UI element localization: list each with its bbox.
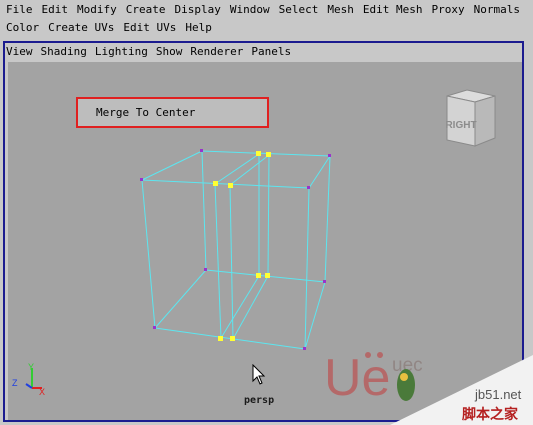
watermark-ue-logo: Ue [324, 349, 390, 407]
menu-edit-mesh[interactable]: Edit Mesh [363, 3, 423, 16]
menu-select[interactable]: Select [279, 3, 319, 16]
menu-mesh[interactable]: Mesh [327, 3, 354, 16]
menu-edit[interactable]: Edit [42, 3, 69, 16]
menu-normals[interactable]: Normals [474, 3, 520, 16]
menu-modify[interactable]: Modify [77, 3, 117, 16]
axis-label-x: X [39, 387, 45, 396]
menu-create[interactable]: Create [126, 3, 166, 16]
panel-menu-renderer[interactable]: Renderer [190, 45, 243, 58]
mouse-cursor-icon [252, 364, 266, 385]
panel-menu-panels[interactable]: Panels [251, 45, 291, 58]
panel-menu-show[interactable]: Show [156, 45, 183, 58]
panel-menu-lighting[interactable]: Lighting [95, 45, 148, 58]
main-menu-row-1: File Edit Modify Create Display Window Select M… [6, 2, 529, 18]
axis-label-y: Y [28, 362, 34, 372]
menu-display[interactable]: Display [175, 3, 221, 16]
main-menubar: File Edit Modify Create Display Window Select M… [0, 0, 533, 40]
menu-file[interactable]: File [6, 3, 33, 16]
watermark-site-cn: 脚本之家 [462, 406, 518, 422]
main-menu-row-2: Color Create UVs Edit UVs Help [6, 20, 221, 36]
watermark-site-url: jb51.net [475, 387, 522, 402]
panel-menu-shading[interactable]: Shading [41, 45, 87, 58]
panel-menubar: View Shading Lighting Show Renderer Panels [6, 44, 299, 60]
axis-indicator: Y Z X [12, 362, 45, 396]
axis-label-z: Z [12, 378, 18, 388]
panel-menu-view[interactable]: View [6, 45, 33, 58]
menu-color[interactable]: Color [6, 21, 39, 34]
menu-window[interactable]: Window [230, 3, 270, 16]
menu-edit-uvs[interactable]: Edit UVs [123, 21, 176, 34]
menu-proxy[interactable]: Proxy [431, 3, 464, 16]
menu-create-uvs[interactable]: Create UVs [48, 21, 114, 34]
camera-name-label: persp [244, 395, 275, 406]
menu-help[interactable]: Help [185, 21, 212, 34]
